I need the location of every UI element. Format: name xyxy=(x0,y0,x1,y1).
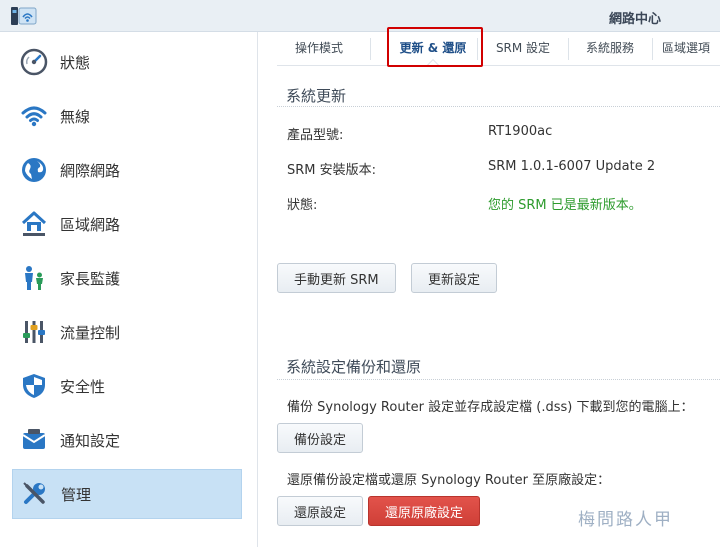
tab-services[interactable]: 系統服務 xyxy=(568,32,652,66)
sidebar-item-label: 流量控制 xyxy=(60,323,121,342)
sidebar-item-label: 網際網路 xyxy=(60,161,121,180)
sliders-icon xyxy=(20,318,48,346)
tab-regional-options[interactable]: 區域選項 xyxy=(652,32,720,66)
sidebar-item-label: 狀態 xyxy=(60,53,91,72)
tab-separator xyxy=(370,38,371,60)
sidebar-item-label: 無線 xyxy=(60,107,91,126)
section-title-backup-restore: 系統設定備份和還原 xyxy=(286,358,422,376)
restore-description: 還原備份設定檔或還原 Synology Router 至原廠設定： xyxy=(287,473,611,488)
sidebar-item-label: 管理 xyxy=(61,485,92,504)
home-network-icon xyxy=(20,210,48,238)
version-value: SRM 1.0.1-6007 Update 2 xyxy=(488,159,656,174)
shield-icon xyxy=(20,372,48,400)
wifi-icon xyxy=(20,102,48,130)
sidebar-item-label: 區域網路 xyxy=(60,215,121,234)
sidebar-item-internet[interactable]: 網際網路 xyxy=(12,145,242,195)
family-icon xyxy=(20,264,48,292)
update-settings-button[interactable]: 更新設定 xyxy=(411,263,498,293)
router-app-icon xyxy=(11,7,37,25)
sidebar-item-wireless[interactable]: 無線 xyxy=(12,91,242,141)
section-divider xyxy=(277,379,720,380)
factory-reset-button[interactable]: 還原原廠設定 xyxy=(368,496,481,526)
manual-update-button[interactable]: 手動更新 SRM xyxy=(277,263,396,293)
title-bar: 網路中心 xyxy=(0,0,720,32)
globe-icon xyxy=(20,156,48,184)
backup-button[interactable]: 備份設定 xyxy=(277,423,364,453)
notification-icon xyxy=(20,426,48,454)
backup-description: 備份 Synology Router 設定並存成設定檔 (.dss) 下載到您的… xyxy=(287,400,694,415)
watermark: 梅問路人甲 xyxy=(578,510,673,530)
sidebar-item-status[interactable]: 狀態 xyxy=(12,37,242,87)
section-divider xyxy=(277,106,720,107)
sidebar-item-label: 家長監護 xyxy=(60,269,121,288)
sidebar-item-notification[interactable]: 通知設定 xyxy=(12,415,242,465)
model-value: RT1900ac xyxy=(488,124,553,139)
gauge-icon xyxy=(20,48,48,76)
status-label: 狀態: xyxy=(287,198,318,213)
restore-button[interactable]: 還原設定 xyxy=(277,496,364,526)
sidebar-item-local-network[interactable]: 區域網路 xyxy=(12,199,242,249)
status-value: 您的 SRM 已是最新版本。 xyxy=(488,198,642,213)
section-title-system-update: 系統更新 xyxy=(286,87,347,105)
window-title: 網路中心 xyxy=(608,12,661,27)
sidebar-item-parental-control[interactable]: 家長監護 xyxy=(12,253,242,303)
sidebar-item-label: 安全性 xyxy=(60,377,106,396)
model-label: 產品型號: xyxy=(287,128,344,143)
sidebar-item-admin[interactable]: 管理 xyxy=(12,469,242,519)
tab-srm-settings[interactable]: SRM 設定 xyxy=(478,32,568,66)
tools-icon xyxy=(21,480,49,508)
tab-operation-mode[interactable]: 操作模式 xyxy=(277,32,361,66)
sidebar-item-label: 通知設定 xyxy=(60,431,121,450)
sidebar-item-security[interactable]: 安全性 xyxy=(12,361,242,411)
main-panel: 操作模式 更新 & 還原 SRM 設定 系統服務 區域選項 系統更新 產品型號:… xyxy=(259,27,720,547)
version-label: SRM 安裝版本: xyxy=(287,163,377,178)
tab-bar: 操作模式 更新 & 還原 SRM 設定 系統服務 區域選項 xyxy=(277,27,720,74)
sidebar-item-traffic-control[interactable]: 流量控制 xyxy=(12,307,242,357)
sidebar: 狀態 無線 網際網路 區域網路 家長監護 流量控制 安全性 通知設定 管理 xyxy=(0,32,258,547)
